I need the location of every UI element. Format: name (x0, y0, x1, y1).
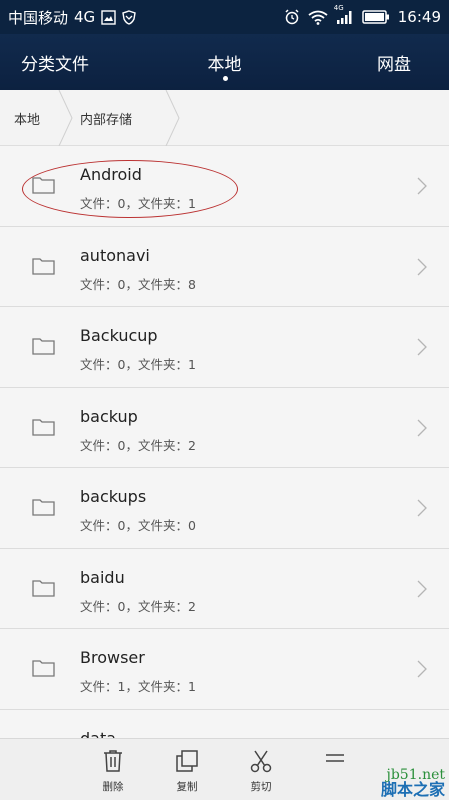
folder-name: backup (80, 406, 138, 426)
scissors-icon (250, 750, 272, 773)
folder-name: data (80, 728, 117, 739)
cut-label: 剪切 (250, 781, 272, 793)
watermark-name: 脚本之家 (380, 780, 445, 799)
folder-meta: 文件：0，文件夹：2 (80, 437, 196, 453)
shield-icon (122, 9, 136, 25)
more-icon (326, 754, 344, 762)
folder-icon (32, 499, 55, 516)
folder-row[interactable]: Android 文件：0，文件夹：1 (0, 146, 449, 227)
copy-icon (176, 750, 198, 772)
folder-name: backups (80, 487, 147, 506)
trash-icon (104, 750, 122, 772)
folder-meta: 文件：0，文件夹：8 (80, 276, 196, 292)
breadcrumb-separator-icon (165, 90, 180, 146)
breadcrumb-label: 内部存储 (80, 112, 133, 128)
carrier-info: 中国移动 4G (8, 7, 136, 28)
more-button[interactable] (305, 739, 365, 800)
folder-name: Browser (80, 648, 145, 667)
top-tab-bar: 分类文件 本地 网盘 (0, 34, 449, 90)
folder-icon (32, 338, 55, 355)
folder-meta: 文件：0，文件夹：0 (80, 518, 196, 533)
image-icon (101, 9, 116, 25)
folder-icon (32, 257, 55, 275)
alarm-icon (284, 9, 300, 25)
folder-row[interactable]: autonavi 文件：0，文件夹：8 (0, 227, 449, 307)
wifi-icon (308, 10, 328, 25)
chevron-right-icon (417, 258, 427, 275)
folder-meta: 文件：0，文件夹：1 (80, 357, 196, 372)
folder-row[interactable]: Backucup 文件：0，文件夹：1 (0, 307, 449, 388)
watermark: jb51.net 脚本之家 (381, 768, 445, 798)
breadcrumb-item-internal-storage[interactable]: 内部存储 (80, 90, 132, 146)
folder-row[interactable]: data (0, 710, 449, 739)
folder-name: Backucup (80, 326, 158, 345)
network-type: 4G (74, 8, 96, 26)
copy-label: 复制 (176, 781, 198, 793)
status-bar: 中国移动 4G 4G 16:49 (0, 0, 449, 34)
clock: 16:49 (397, 8, 441, 26)
folder-meta: 文件：0，文件夹：2 (80, 598, 196, 614)
breadcrumb-label: 本地 (14, 112, 41, 128)
folder-icon (32, 579, 55, 597)
folder-name: baidu (80, 567, 125, 587)
tab-local[interactable]: 本地 (110, 34, 339, 90)
folder-row[interactable]: backup 文件：0，文件夹：2 (0, 388, 449, 468)
chevron-right-icon (417, 177, 427, 195)
breadcrumb-item-local[interactable]: 本地 (14, 90, 40, 146)
signal-badge: 4G (333, 3, 344, 12)
breadcrumb: 本地 内部存储 (0, 90, 449, 146)
chevron-right-icon (417, 419, 427, 436)
folder-meta: 文件：1，文件夹：1 (80, 679, 196, 694)
breadcrumb-separator-icon (58, 90, 73, 146)
folder-icon (32, 177, 55, 194)
chevron-right-icon (417, 580, 427, 597)
folder-row[interactable]: backups 文件：0，文件夹：0 (0, 468, 449, 549)
tab-label: 分类文件 (21, 54, 89, 75)
carrier-name: 中国移动 (8, 8, 69, 27)
tab-label: 网盘 (377, 54, 411, 75)
cut-button[interactable]: 剪切 (231, 739, 291, 800)
copy-button[interactable]: 复制 (157, 739, 217, 800)
tab-cloud-drive[interactable]: 网盘 (339, 34, 449, 90)
chevron-right-icon (417, 660, 427, 678)
active-tab-indicator (222, 76, 228, 81)
chevron-right-icon (417, 338, 427, 356)
tab-label: 本地 (207, 54, 242, 75)
delete-button[interactable]: 删除 (83, 739, 143, 800)
delete-label: 删除 (102, 781, 124, 793)
folder-row[interactable]: baidu 文件：0，文件夹：2 (0, 549, 449, 629)
file-list: Android 文件：0，文件夹：1 autonavi 文件：0，文件夹：8 B… (0, 146, 449, 738)
folder-name: Android (80, 165, 142, 184)
signal-icon: 4G (334, 4, 354, 25)
tab-categories[interactable]: 分类文件 (0, 34, 110, 90)
folder-row[interactable]: Browser 文件：1，文件夹：1 (0, 629, 449, 710)
folder-name: autonavi (80, 245, 150, 265)
bottom-action-bar: 删除 复制 剪切 jb51.net 脚本之家 (0, 738, 449, 800)
chevron-right-icon (417, 499, 427, 517)
folder-icon (32, 660, 55, 677)
folder-meta: 文件：0，文件夹：1 (80, 196, 196, 211)
battery-icon (362, 10, 390, 24)
folder-icon (32, 418, 55, 436)
